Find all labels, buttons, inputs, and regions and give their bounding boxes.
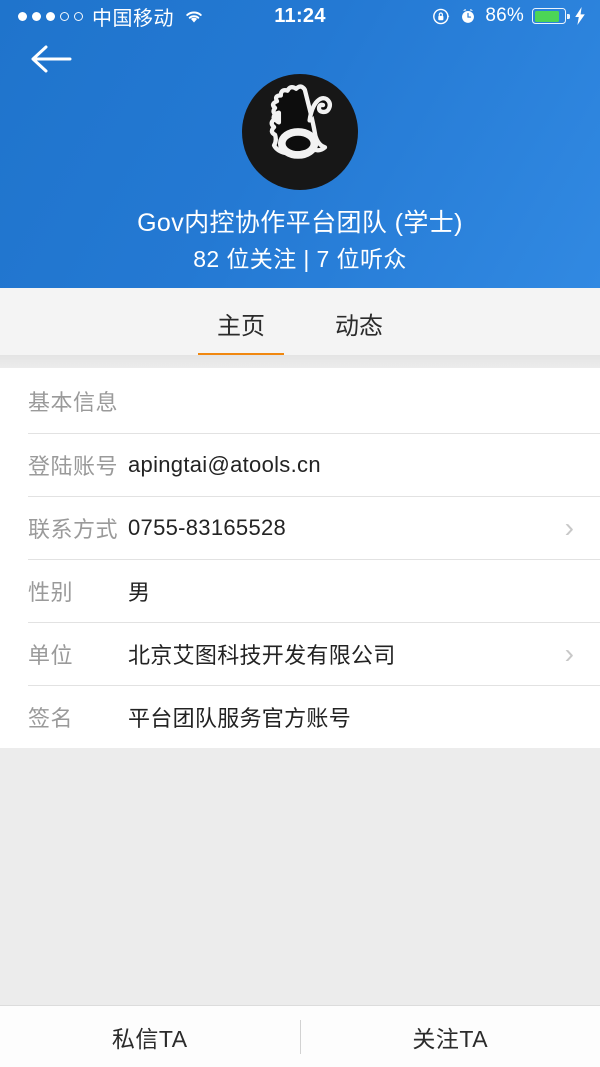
alarm-clock-icon [459, 7, 477, 25]
basic-info-panel: 基本信息 登陆账号 apingtai@atools.cn 联系方式 0755-8… [0, 368, 600, 748]
row-label: 性别 [28, 575, 128, 607]
section-header-basic-info: 基本信息 [0, 368, 600, 433]
row-value: apingtai@atools.cn [128, 452, 321, 478]
status-bar-left: 中国移动 [18, 2, 205, 31]
row-gender[interactable]: 性别 男 [0, 559, 600, 622]
row-label: 签名 [28, 701, 128, 733]
tab-home[interactable]: 主页 [198, 306, 284, 357]
row-label: 单位 [28, 638, 128, 670]
rotation-lock-icon [432, 7, 451, 26]
avatar[interactable] [242, 74, 358, 190]
signal-strength-icon [18, 12, 83, 21]
battery-percent-label: 86% [485, 5, 524, 27]
carrier-label: 中国移动 [92, 2, 174, 31]
battery-icon [532, 8, 566, 24]
row-organization[interactable]: 单位 北京艾图科技开发有限公司 › [0, 622, 600, 685]
section-title: 基本信息 [28, 385, 118, 417]
row-label: 登陆账号 [28, 449, 128, 481]
status-bar: 中国移动 11:24 [0, 0, 600, 32]
follow-button[interactable]: 关注TA [301, 1006, 600, 1067]
lightning-bolt-icon [574, 7, 586, 25]
avatar-creature-icon [252, 82, 348, 183]
row-value: 平台团队服务官方账号 [128, 701, 351, 733]
back-arrow-icon [29, 42, 73, 81]
send-message-button[interactable]: 私信TA [0, 1006, 300, 1067]
row-contact[interactable]: 联系方式 0755-83165528 › [0, 496, 600, 559]
status-bar-right: 86% [432, 5, 586, 27]
row-signature[interactable]: 签名 平台团队服务官方账号 [0, 685, 600, 748]
row-value: 男 [128, 575, 150, 607]
profile-name: Gov内控协作平台团队 (学士) [0, 203, 600, 239]
row-value: 北京艾图科技开发有限公司 [128, 638, 396, 670]
tab-bar-divider [0, 355, 600, 368]
tab-bar: 主页 动态 [0, 288, 600, 355]
back-button[interactable] [22, 38, 80, 84]
profile-screen: 中国移动 11:24 [0, 0, 600, 1067]
row-login-account[interactable]: 登陆账号 apingtai@atools.cn [0, 433, 600, 496]
row-value: 0755-83165528 [128, 515, 286, 541]
wifi-icon [183, 8, 205, 24]
chevron-right-icon: › [565, 514, 574, 542]
chevron-right-icon: › [565, 640, 574, 668]
profile-stats: 82 位关注 | 7 位听众 [0, 240, 600, 274]
tab-feed[interactable]: 动态 [316, 306, 402, 357]
empty-space [0, 753, 600, 1005]
bottom-action-bar: 私信TA 关注TA [0, 1005, 600, 1067]
row-label: 联系方式 [28, 512, 128, 544]
